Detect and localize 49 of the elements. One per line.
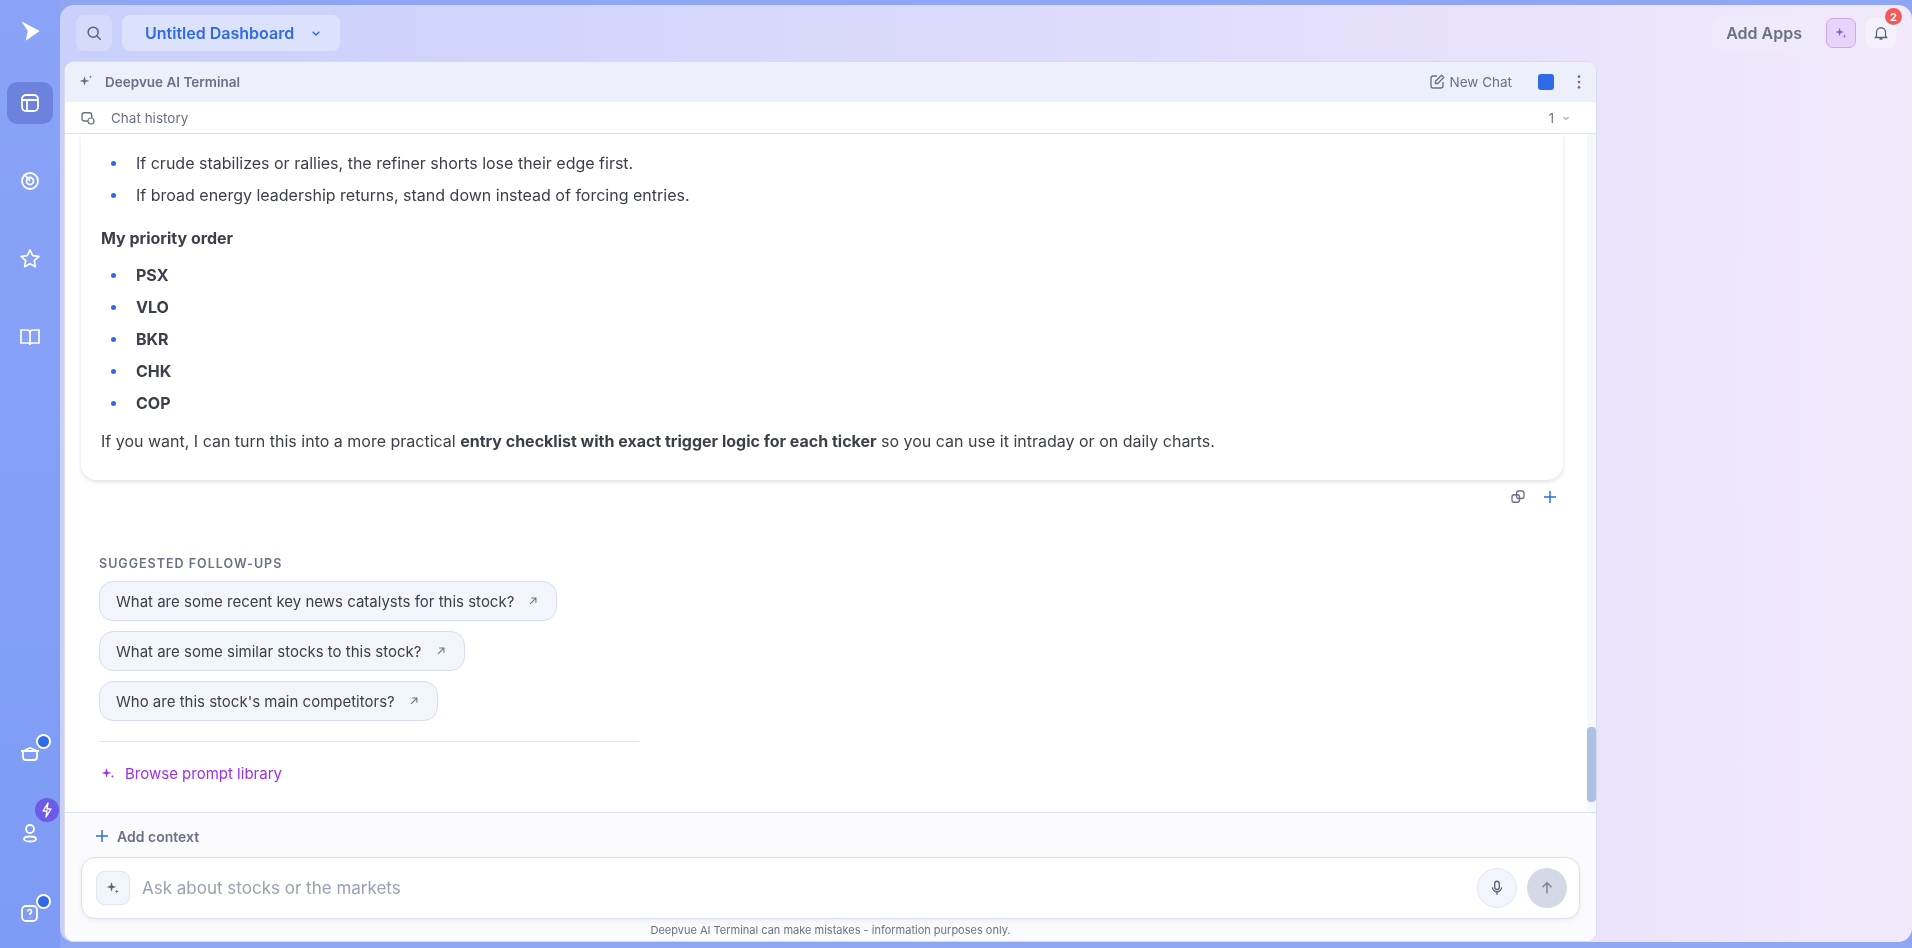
star-icon: [18, 247, 42, 271]
ticker-symbol: CHK: [136, 360, 172, 382]
bullet-dot: [111, 336, 116, 342]
color-swatch[interactable]: [1538, 74, 1554, 90]
ai-sparkle-button[interactable]: [1826, 18, 1856, 48]
ticker-symbol: VLO: [136, 296, 169, 318]
bullet-text: If broad energy leadership returns, stand down instead of forcing entries.: [136, 184, 690, 206]
follow-up-chip[interactable]: What are some recent key news catalysts for this stock?: [99, 581, 558, 621]
chat-history-label[interactable]: Chat history: [111, 109, 189, 126]
sparkle-button[interactable]: [96, 871, 130, 905]
lightning-badge-icon: [35, 798, 59, 822]
radar-icon: [18, 169, 42, 193]
history-count-dropdown[interactable]: 1: [1542, 108, 1578, 127]
microphone-button[interactable]: [1477, 868, 1517, 908]
bullet-text: If crude stabilizes or rallies, the refiner shorts lose their edge first.: [136, 152, 634, 174]
bullet-dot: [111, 160, 116, 166]
bullet-dot: [111, 304, 116, 310]
search-icon: [84, 23, 104, 43]
layout-icon: [18, 91, 42, 115]
chat-input-field[interactable]: Ask about stocks or the markets: [140, 877, 1467, 899]
plus-icon[interactable]: [1541, 488, 1559, 506]
plus-icon: [93, 827, 111, 845]
more-options-icon[interactable]: [1576, 74, 1582, 90]
disclaimer-text: Deepvue AI Terminal can make mistakes - information purposes only.: [649, 922, 1012, 937]
ticker-symbol: COP: [136, 392, 171, 414]
bullet-dot: [111, 400, 116, 406]
follow-up-chip[interactable]: What are some similar stocks to this stock?: [99, 631, 465, 671]
section-heading: My priority order: [101, 228, 235, 248]
ticker-symbol: BKR: [136, 328, 169, 350]
panel-title: Deepvue AI Terminal: [105, 74, 240, 90]
bullet-dot: [111, 368, 116, 374]
follow-up-chip[interactable]: Who are this stock's main competitors?: [99, 681, 438, 721]
scrollbar[interactable]: [1587, 134, 1596, 812]
follow-ups-heading: SUGGESTED FOLLOW-UPS: [99, 556, 283, 571]
bullet-dot: [111, 192, 116, 198]
bullet-dot: [111, 272, 116, 278]
edit-icon: [1427, 73, 1446, 91]
dashboard-dropdown[interactable]: Untitled Dashboard: [122, 15, 341, 51]
browse-prompt-library-link[interactable]: Browse prompt library: [99, 764, 282, 783]
dashboard-nav-button[interactable]: [7, 82, 53, 124]
chat-input-box[interactable]: Ask about stocks or the markets: [81, 857, 1580, 919]
add-context-button[interactable]: Add context: [81, 813, 200, 857]
send-button[interactable]: [1527, 868, 1567, 908]
new-chat-button[interactable]: New Chat: [1425, 71, 1514, 93]
ticker-symbol: PSX: [136, 264, 169, 286]
search-button[interactable]: [76, 15, 112, 51]
message-paragraph: If you want, I can turn this into a more practical entry checklist with exact trigger logic for each ticker so you can use it intraday or on daily charts.: [101, 430, 1216, 452]
copy-icon[interactable]: [1509, 488, 1527, 506]
notification-count: 2: [1885, 8, 1902, 25]
